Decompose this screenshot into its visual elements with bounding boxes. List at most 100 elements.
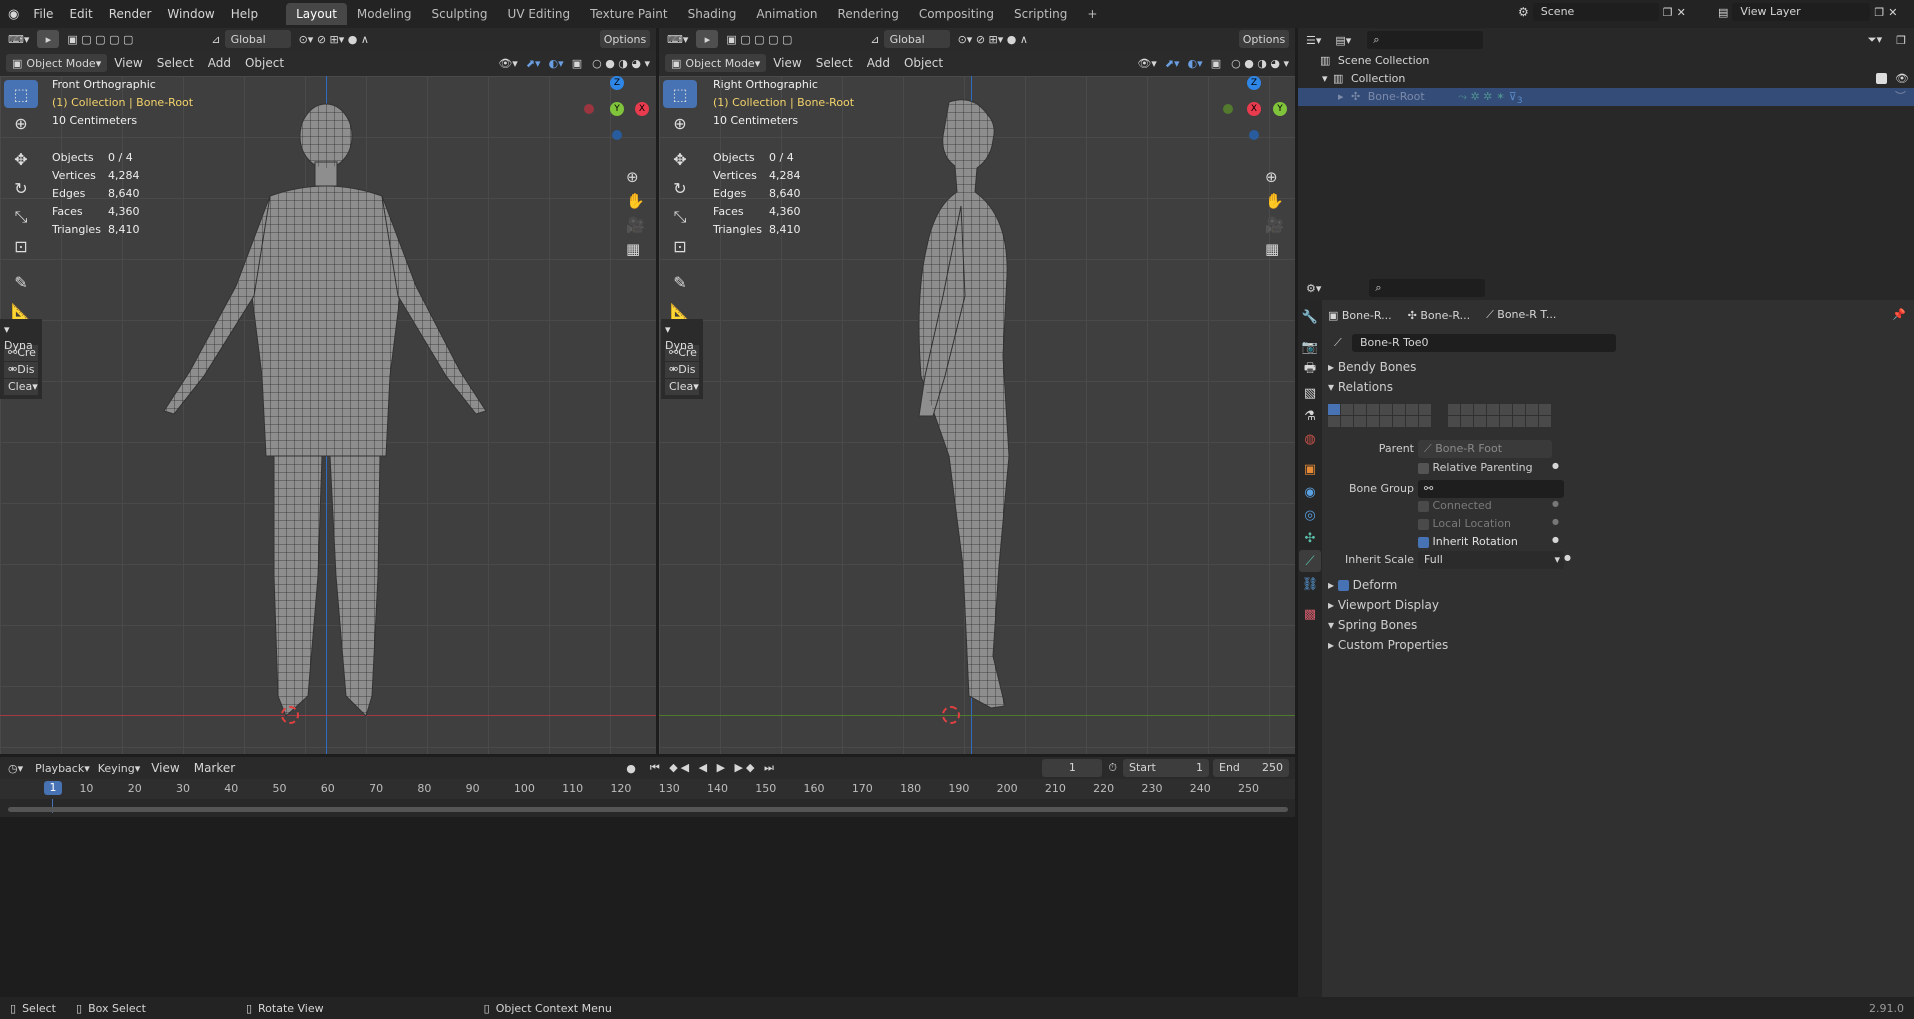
menu-view[interactable]: View [766, 56, 808, 70]
select-box-tool-icon[interactable]: ⬚ [663, 80, 697, 108]
checkbox-box[interactable] [1418, 518, 1429, 530]
tab-uv-editing[interactable]: UV Editing [498, 3, 581, 25]
gizmo-x-icon[interactable]: X [635, 102, 649, 116]
gizmo-x-icon[interactable]: X [1247, 102, 1261, 116]
gizmo-z-icon[interactable]: Z [1247, 76, 1261, 90]
gizmo-z-icon[interactable]: Z [610, 76, 624, 90]
local-location-checkbox[interactable]: Local Location [1418, 517, 1511, 530]
tab-texture-paint[interactable]: Texture Paint [580, 3, 677, 25]
keyframe-dot-icon[interactable]: ● [1552, 535, 1559, 544]
gizmo-y-icon[interactable]: Y [1273, 102, 1287, 116]
breadcrumb-armature[interactable]: ✣ Bone-R... [1408, 309, 1470, 322]
tab-sculpting[interactable]: Sculpting [422, 3, 498, 25]
view-layer-icon[interactable]: ▤ [1718, 6, 1728, 19]
rotate-tool-icon[interactable]: ↻ [663, 174, 697, 202]
editor-type-icon[interactable]: ⌨▾ [659, 33, 696, 46]
menu-file[interactable]: File [25, 7, 61, 21]
timeline-scrollbar[interactable] [8, 807, 1288, 812]
character-mesh-side[interactable] [899, 96, 1039, 716]
bone-layers-grid[interactable] [1328, 404, 1431, 427]
dyna-dis-button[interactable]: ⚮Dis [665, 362, 699, 378]
delete-view-layer-icon[interactable]: ✕ [1888, 6, 1897, 19]
options-dropdown[interactable]: Options [600, 30, 650, 48]
transform-tool-icon[interactable]: ⊡ [663, 232, 697, 260]
bone-constraint-tab-icon[interactable]: ⛓ [1299, 573, 1321, 595]
3d-cursor-icon[interactable] [942, 706, 960, 724]
blender-logo-icon[interactable]: ◉ [8, 7, 19, 22]
timeline-ruler[interactable]: 1 10 20 30 40 50 60 70 80 90 100 110 120 130 140 150 16… [0, 779, 1295, 799]
keyframe-dot-icon[interactable]: ● [1552, 461, 1559, 470]
physics-tab-icon[interactable]: ◉ [1299, 481, 1321, 503]
menu-object[interactable]: Object [238, 56, 291, 70]
pivot-icon[interactable]: ⊙▾ ⊘ ⊞▾ ● ∧ [950, 33, 1036, 46]
pin-icon[interactable]: 📌 [1892, 308, 1906, 321]
dyna-clear-button[interactable]: Clea▾ [4, 379, 38, 395]
zoom-icon[interactable]: ⊕ [1265, 168, 1284, 186]
expand-arrow-icon[interactable]: ▾ [1322, 72, 1328, 85]
scene-tab-icon[interactable]: ⚗ [1299, 405, 1321, 427]
visibility-icon[interactable]: 👁▾ [1133, 57, 1161, 70]
tab-layout[interactable]: Layout [286, 3, 347, 25]
section-deform[interactable]: ▸ Deform [1328, 578, 1397, 592]
keying-menu[interactable]: Keying ▾ [94, 759, 144, 777]
outliner-row-scene-collection[interactable]: ▥ Scene Collection [1298, 52, 1914, 70]
keyframe-dot-icon[interactable]: ● [1552, 499, 1559, 508]
properties-search-input[interactable]: ⌕ [1369, 279, 1486, 297]
tab-rendering[interactable]: Rendering [828, 3, 909, 25]
section-spring-bones[interactable]: ▾ Spring Bones [1328, 618, 1417, 632]
tab-compositing[interactable]: Compositing [909, 3, 1004, 25]
start-frame-field[interactable]: Start 1 [1123, 759, 1209, 777]
zoom-icon[interactable]: ⊕ [626, 168, 645, 186]
dyna-panel-title[interactable]: ▾ Dyna [0, 319, 42, 352]
output-tab-icon[interactable]: 🖶 [1299, 359, 1321, 381]
gizmo-neg-y-icon[interactable] [1223, 104, 1233, 114]
inherit-rotation-checkbox[interactable]: Inherit Rotation [1418, 535, 1518, 548]
menu-window[interactable]: Window [159, 7, 222, 21]
annotate-tool-icon[interactable]: ✎ [663, 268, 697, 296]
scene-field[interactable]: Scene [1532, 3, 1659, 21]
current-frame-field[interactable]: 1 [1042, 759, 1103, 777]
dyna-create-button[interactable]: ⚯Cre [4, 345, 38, 361]
shading-icons[interactable]: ○ ● ◑ ◕ ▾ [1225, 57, 1295, 70]
inherit-scale-dropdown[interactable]: Full ▾ [1418, 551, 1564, 569]
dyna-panel-title[interactable]: ▾ Dyna [661, 319, 703, 352]
xray-icon[interactable]: ▣ [1207, 57, 1225, 70]
menu-help[interactable]: Help [223, 7, 266, 21]
checkbox-box[interactable] [1418, 462, 1429, 474]
editor-type-icon[interactable]: ⌨▾ [0, 33, 37, 46]
menu-view[interactable]: View [144, 761, 186, 775]
stopwatch-icon[interactable]: ⏱ [1102, 761, 1123, 775]
section-custom-properties[interactable]: ▸ Custom Properties [1328, 638, 1448, 652]
menu-select[interactable]: Select [150, 56, 201, 70]
checkbox-box[interactable] [1418, 500, 1429, 512]
bone-name-field[interactable]: Bone-R Toe0 [1352, 334, 1616, 352]
end-frame-field[interactable]: End 250 [1213, 759, 1289, 777]
bone-tab-icon[interactable]: ⟋ [1299, 550, 1321, 572]
scene-icon[interactable]: ⚙ [1518, 5, 1529, 19]
view-layer-field[interactable]: View Layer [1732, 3, 1871, 21]
armature-data-tab-icon[interactable]: ✣ [1299, 527, 1321, 549]
navigation-gizmo[interactable]: Z Y X [580, 76, 650, 146]
gizmo-icon[interactable]: ⬈▾ [1161, 57, 1184, 70]
filter-icon[interactable]: ⏷▾ [1862, 33, 1888, 47]
camera-icon[interactable]: 🎥 [1265, 216, 1284, 234]
3d-cursor-icon[interactable] [281, 706, 299, 724]
menu-view[interactable]: View [107, 56, 149, 70]
tool-tab-icon[interactable]: 🔧 [1299, 306, 1321, 328]
move-tool-icon[interactable]: ✥ [4, 145, 38, 173]
constraints-tab-icon[interactable]: ◎ [1299, 504, 1321, 526]
ortho-grid-icon[interactable]: ▦ [626, 240, 645, 258]
gizmo-neg-x-icon[interactable] [584, 104, 594, 114]
mode-dropdown[interactable]: ▣ Object Mode ▾ [6, 54, 108, 72]
ortho-grid-icon[interactable]: ▦ [1265, 240, 1284, 258]
display-mode-icon[interactable]: ▤▾ [1329, 34, 1357, 47]
select-tool-button[interactable]: ▸ [696, 30, 719, 48]
menu-edit[interactable]: Edit [61, 7, 100, 21]
options-dropdown[interactable]: Options [1239, 30, 1289, 48]
menu-render[interactable]: Render [101, 7, 160, 21]
editor-type-icon[interactable]: ☰▾ [1298, 34, 1329, 47]
right-viewport[interactable]: Right Orthographic (1) Collection | Bone… [659, 76, 1295, 754]
menu-select[interactable]: Select [809, 56, 860, 70]
left-viewport[interactable]: Front Orthographic (1) Collection | Bone… [0, 76, 656, 754]
tab-shading[interactable]: Shading [678, 3, 747, 25]
